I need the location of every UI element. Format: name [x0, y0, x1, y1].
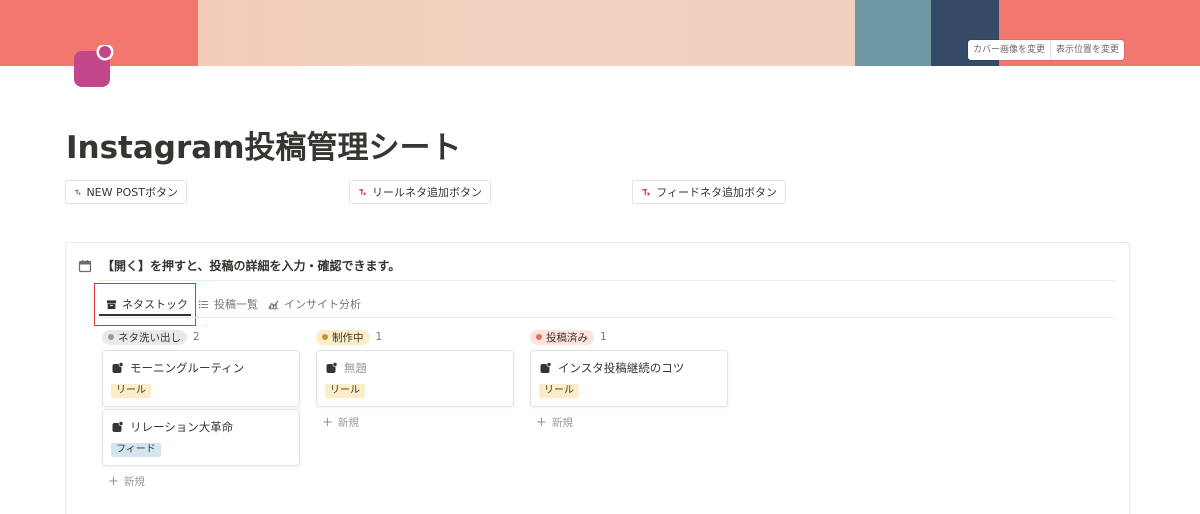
status-badge[interactable]: 投稿済み	[530, 329, 594, 345]
template-button-icon	[641, 188, 651, 196]
card-title: リレーション大革命	[112, 419, 233, 435]
template-button-icon	[74, 189, 81, 195]
template-button-icon	[358, 188, 367, 196]
card-title: 無題	[326, 360, 367, 376]
callout-divider	[98, 280, 1115, 281]
status-label: 制作中	[332, 331, 364, 344]
instagram-square-icon[interactable]	[74, 43, 114, 87]
callout-block: 【開く】を押すと、投稿の詳細を入力・確認できます。 ネタストック 投稿一覧 イン…	[65, 242, 1130, 514]
tag-badge: リール	[111, 384, 151, 398]
instagram-square-icon	[326, 362, 338, 373]
callout-text[interactable]: 【開く】を押すと、投稿の詳細を入力・確認できます。	[102, 257, 400, 274]
template-button-label: NEW POSTボタン	[86, 186, 178, 199]
card-title-text: インスタ投稿継続のコツ	[558, 361, 685, 375]
card-title: モーニングルーティン	[112, 360, 244, 376]
plus-icon: +	[536, 414, 547, 430]
column-count: 1	[375, 331, 383, 343]
status-badge[interactable]: ネタ洗い出し	[102, 329, 187, 345]
tab-post-list[interactable]: 投稿一覧	[198, 295, 258, 313]
tabs-divider	[98, 317, 1115, 318]
tag-badge: リール	[539, 384, 579, 398]
cover-segment-teal	[855, 0, 931, 66]
board-column-posted: 投稿済み 1 インスタ投稿継続のコツ リール + 新規	[530, 329, 728, 430]
tab-insight-analysis[interactable]: インサイト分析	[268, 295, 361, 313]
status-badge[interactable]: 制作中	[316, 329, 370, 345]
column-header: 制作中 1	[316, 329, 514, 345]
tab-label: インサイト分析	[284, 298, 361, 311]
reposition-cover-button[interactable]: 表示位置を変更	[1049, 40, 1124, 60]
tag-badge: フィード	[111, 443, 161, 457]
card-title: インスタ投稿継続のコツ	[540, 360, 684, 376]
add-card-button[interactable]: + 新規	[530, 414, 728, 430]
instagram-square-icon	[112, 362, 124, 373]
column-count: 1	[600, 331, 607, 343]
column-header: ネタ洗い出し 2	[102, 329, 300, 345]
card-title-text: リレーション大革命	[130, 420, 234, 434]
board-column-in-production: 制作中 1 無題 リール + 新規	[316, 329, 514, 430]
tag-badge: リール	[325, 384, 365, 398]
active-tab-highlight-box	[94, 283, 196, 326]
add-card-button[interactable]: + 新規	[316, 414, 514, 430]
status-dot	[536, 334, 542, 340]
card-title-text: 無題	[344, 361, 367, 375]
status-label: 投稿済み	[546, 331, 588, 344]
calendar-icon[interactable]	[78, 259, 92, 273]
chart-icon	[268, 299, 279, 309]
board-column-idea-listing: ネタ洗い出し 2 モーニングルーティン リール リレーション大革命 フィード +…	[102, 329, 300, 489]
template-button-label: フィードネタ追加ボタン	[656, 186, 777, 199]
instagram-square-icon	[112, 421, 124, 432]
feed-idea-template-button[interactable]: フィードネタ追加ボタン	[632, 180, 786, 204]
page-title[interactable]: Instagram投稿管理シート	[66, 122, 462, 167]
cover-actions: カバー画像を変更 表示位置を変更	[967, 40, 1124, 60]
add-card-label: 新規	[123, 475, 145, 488]
tab-label: 投稿一覧	[214, 298, 258, 311]
plus-icon: +	[108, 473, 119, 489]
instagram-square-icon	[540, 362, 552, 373]
page-cover[interactable]: カバー画像を変更 表示位置を変更	[0, 0, 1200, 66]
plus-icon: +	[322, 414, 333, 430]
add-card-label: 新規	[337, 416, 359, 429]
template-button-label: リールネタ追加ボタン	[372, 186, 482, 199]
board-card[interactable]: 無題 リール	[316, 350, 514, 407]
reel-idea-template-button[interactable]: リールネタ追加ボタン	[349, 180, 491, 204]
add-card-label: 新規	[551, 416, 573, 429]
column-header: 投稿済み 1	[530, 329, 728, 345]
cover-segment-paper	[198, 0, 855, 66]
status-label: ネタ洗い出し	[118, 331, 181, 344]
board-card[interactable]: リレーション大革命 フィード	[102, 409, 300, 466]
list-icon	[198, 300, 209, 308]
add-card-button[interactable]: + 新規	[102, 473, 300, 489]
card-title-text: モーニングルーティン	[130, 361, 245, 375]
board-card[interactable]: モーニングルーティン リール	[102, 350, 300, 407]
status-dot	[108, 334, 114, 340]
callout-header: 【開く】を押すと、投稿の詳細を入力・確認できます。	[78, 257, 400, 274]
change-cover-button[interactable]: カバー画像を変更	[968, 40, 1050, 60]
column-count: 2	[193, 331, 200, 343]
board-card[interactable]: インスタ投稿継続のコツ リール	[530, 350, 728, 407]
new-post-template-button[interactable]: NEW POSTボタン	[65, 180, 187, 204]
status-dot	[322, 334, 328, 340]
